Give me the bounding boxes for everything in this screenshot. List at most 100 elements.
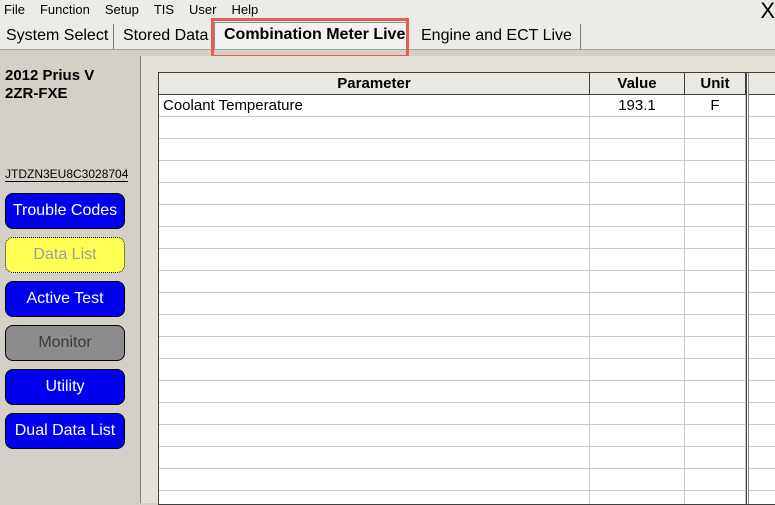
parameter-cell [159, 271, 590, 293]
table-row[interactable] [159, 183, 775, 205]
table-row[interactable] [159, 271, 775, 293]
parameter-cell [159, 359, 590, 381]
extra-cell [746, 139, 775, 161]
table-row[interactable] [159, 161, 775, 183]
parameter-cell [159, 403, 590, 425]
table-row[interactable] [159, 249, 775, 271]
left-pane: 2012 Prius V 2ZR-FXE JTDZN3EU8C3028704 T… [0, 56, 138, 503]
extra-cell [746, 227, 775, 249]
unit-cell [685, 227, 746, 249]
table-row[interactable] [159, 293, 775, 315]
monitor-button[interactable]: Monitor [5, 325, 125, 361]
unit-cell [685, 403, 746, 425]
parameter-cell [159, 249, 590, 271]
menu-function[interactable]: Function [36, 0, 90, 19]
header-parameter[interactable]: Parameter [159, 73, 590, 94]
data-grid[interactable]: Parameter Value Unit Coolant Temperature… [158, 72, 775, 505]
table-row[interactable] [159, 337, 775, 359]
vehicle-model: 2012 Prius V [5, 67, 95, 84]
unit-cell [685, 359, 746, 381]
parameter-cell [159, 293, 590, 315]
parameter-cell [159, 139, 590, 161]
value-cell [590, 425, 685, 447]
value-cell [590, 381, 685, 403]
value-cell [590, 249, 685, 271]
value-cell [590, 205, 685, 227]
parameter-cell [159, 337, 590, 359]
parameter-cell [159, 183, 590, 205]
unit-cell [685, 249, 746, 271]
table-row[interactable] [159, 139, 775, 161]
active-test-button[interactable]: Active Test [5, 281, 125, 317]
extra-cell [746, 95, 775, 117]
value-cell [590, 161, 685, 183]
utility-button[interactable]: Utility [5, 369, 125, 405]
extra-cell [746, 183, 775, 205]
close-icon[interactable]: X [760, 0, 775, 22]
table-row[interactable] [159, 469, 775, 491]
main-pane: Parameter Value Unit Coolant Temperature… [140, 56, 775, 505]
table-row[interactable] [159, 117, 775, 139]
parameter-cell [159, 117, 590, 139]
value-cell: 193.1 [590, 95, 685, 117]
tab-system-select[interactable]: System Select [0, 24, 114, 49]
parameter-cell [159, 425, 590, 447]
data-list-button[interactable]: Data List [5, 237, 125, 273]
value-cell [590, 183, 685, 205]
extra-cell [746, 249, 775, 271]
parameter-cell [159, 161, 590, 183]
extra-cell [746, 425, 775, 447]
extra-cell [746, 117, 775, 139]
table-row[interactable] [159, 447, 775, 469]
grid-header: Parameter Value Unit [159, 73, 775, 95]
parameter-cell: Coolant Temperature [159, 95, 590, 117]
value-cell [590, 117, 685, 139]
tab-bar: System Select Stored Data Combination Me… [0, 19, 775, 50]
unit-cell [685, 425, 746, 447]
menu-bar: File Function Setup TIS User Help X [0, 0, 775, 22]
menu-help[interactable]: Help [228, 0, 259, 19]
table-row[interactable] [159, 381, 775, 403]
tab-stored-data[interactable]: Stored Data [114, 24, 212, 49]
unit-cell [685, 381, 746, 403]
menu-file[interactable]: File [0, 0, 25, 19]
vehicle-engine: 2ZR-FXE [5, 85, 68, 102]
unit-cell [685, 337, 746, 359]
table-row[interactable] [159, 359, 775, 381]
table-row[interactable] [159, 227, 775, 249]
value-cell [590, 227, 685, 249]
unit-cell [685, 315, 746, 337]
table-row[interactable] [159, 403, 775, 425]
extra-cell [746, 359, 775, 381]
unit-cell [685, 161, 746, 183]
parameter-cell [159, 315, 590, 337]
unit-cell [685, 117, 746, 139]
table-row[interactable] [159, 205, 775, 227]
extra-cell [746, 381, 775, 403]
value-cell [590, 337, 685, 359]
extra-cell [746, 315, 775, 337]
unit-cell [685, 447, 746, 469]
unit-cell [685, 205, 746, 227]
table-row[interactable]: Coolant Temperature 193.1 F [159, 95, 775, 117]
table-row[interactable] [159, 315, 775, 337]
unit-cell: F [685, 95, 746, 117]
grid-splitter[interactable] [746, 73, 749, 504]
trouble-codes-button[interactable]: Trouble Codes [5, 193, 125, 229]
tab-engine-and-ect-live[interactable]: Engine and ECT Live [412, 24, 581, 49]
header-value[interactable]: Value [590, 73, 685, 94]
table-row[interactable] [159, 425, 775, 447]
menu-user[interactable]: User [185, 0, 216, 19]
parameter-cell [159, 469, 590, 491]
extra-cell [746, 469, 775, 491]
vehicle-info: 2012 Prius V 2ZR-FXE [5, 67, 94, 103]
dual-data-list-button[interactable]: Dual Data List [5, 413, 125, 449]
header-unit[interactable]: Unit [685, 73, 746, 94]
menu-tis[interactable]: TIS [150, 0, 174, 19]
vin-label: JTDZN3EU8C3028704 [5, 167, 129, 182]
tab-combination-meter-live[interactable]: Combination Meter Live [214, 22, 409, 49]
extra-cell [746, 293, 775, 315]
menu-setup[interactable]: Setup [101, 0, 139, 19]
value-cell [590, 403, 685, 425]
parameter-cell [159, 227, 590, 249]
